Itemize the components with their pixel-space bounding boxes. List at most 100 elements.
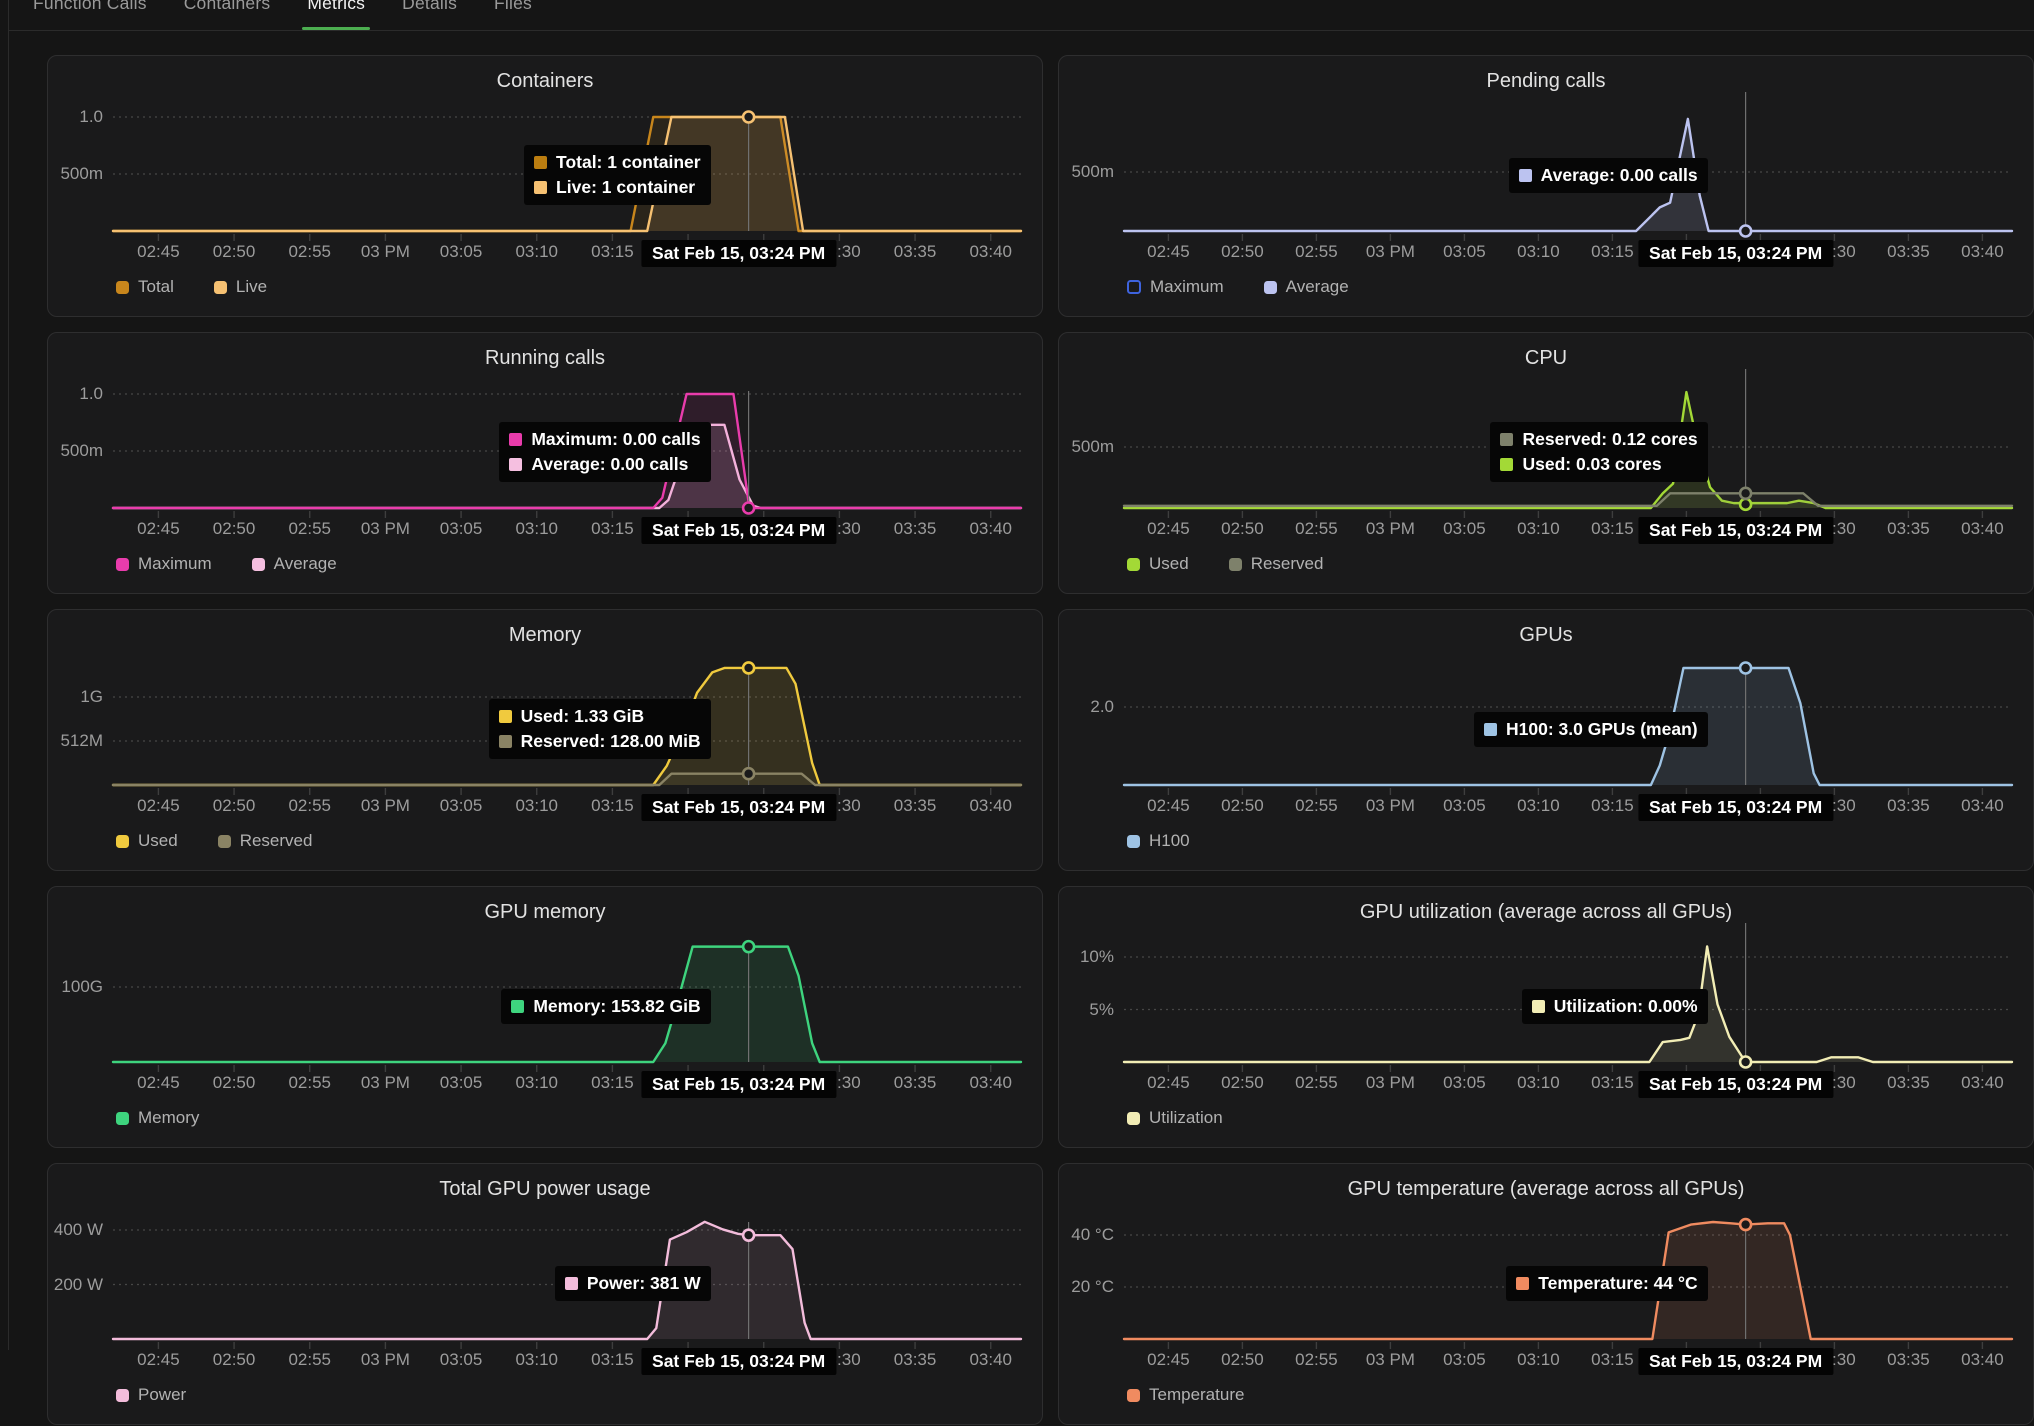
legend-item[interactable]: Utilization — [1127, 1108, 1223, 1128]
tooltip-row: Temperature: 44 °C — [1516, 1271, 1697, 1296]
legend-label: Used — [1149, 554, 1189, 574]
chart-card: GPU utilization (average across all GPUs… — [1058, 886, 2034, 1148]
legend-swatch — [252, 558, 265, 571]
legend-item[interactable]: Memory — [116, 1108, 199, 1128]
crosshair-date-label: Sat Feb 15, 03:24 PM — [1638, 517, 1833, 544]
tooltip-series-swatch — [509, 433, 522, 446]
tooltip-series-swatch — [1516, 1277, 1529, 1290]
y-axis-label: 512M — [48, 731, 103, 751]
tooltip-row: Total: 1 container — [534, 150, 701, 175]
legend-swatch — [1264, 281, 1277, 294]
legend-label: H100 — [1149, 831, 1190, 851]
x-axis-label: 03:40 — [946, 796, 1036, 816]
tab-function-calls[interactable]: Function Calls — [33, 0, 147, 30]
legend-item[interactable]: Live — [214, 277, 267, 297]
tooltip-row: Used: 1.33 GiB — [499, 704, 701, 729]
chart-legend: Temperature — [1127, 1385, 1244, 1405]
point-marker — [743, 112, 754, 123]
y-axis-label: 40 °C — [1059, 1225, 1114, 1245]
legend-item[interactable]: H100 — [1127, 831, 1190, 851]
legend-item[interactable]: Average — [252, 554, 337, 574]
tooltip-row: H100: 3.0 GPUs (mean) — [1484, 717, 1698, 742]
tooltip-row: Memory: 153.82 GiB — [511, 994, 700, 1019]
point-marker — [1740, 488, 1751, 499]
legend-swatch — [1127, 280, 1141, 294]
x-axis-label: 03:40 — [1937, 796, 2027, 816]
x-axis-label: 03:40 — [1937, 519, 2027, 539]
tooltip-series-swatch — [1532, 1000, 1545, 1013]
chart-legend: Power — [116, 1385, 186, 1405]
tab-metrics[interactable]: Metrics — [307, 0, 365, 30]
tooltip: Memory: 153.82 GiB — [501, 989, 710, 1024]
tooltip-series-swatch — [1484, 723, 1497, 736]
legend-item[interactable]: Maximum — [1127, 277, 1224, 297]
tab-files[interactable]: Files — [494, 0, 532, 30]
tooltip-text: Memory: 153.82 GiB — [533, 996, 700, 1017]
point-marker — [743, 768, 754, 779]
legend-item[interactable]: Average — [1264, 277, 1349, 297]
tab-containers[interactable]: Containers — [184, 0, 271, 30]
legend-item[interactable]: Temperature — [1127, 1385, 1244, 1405]
tooltip: Power: 381 W — [555, 1266, 711, 1301]
tooltip-text: Temperature: 44 °C — [1538, 1273, 1697, 1294]
x-axis-label: 03:40 — [1937, 1350, 2027, 1370]
chart-card: CPU500m02:4502:5002:5503 PM03:0503:1003:… — [1058, 332, 2034, 594]
legend-label: Maximum — [138, 554, 212, 574]
tab-label: Containers — [184, 0, 271, 14]
y-axis-label: 1.0 — [48, 107, 103, 127]
point-marker — [743, 941, 754, 952]
tooltip-text: Power: 381 W — [587, 1273, 701, 1294]
chart-legend: Memory — [116, 1108, 199, 1128]
chart-legend: Utilization — [1127, 1108, 1223, 1128]
tooltip-series-swatch — [1500, 433, 1513, 446]
tab-details[interactable]: Details — [402, 0, 457, 30]
legend-item[interactable]: Used — [1127, 554, 1189, 574]
active-tab-underline — [302, 27, 370, 30]
chart-card: Running calls1.0500m02:4502:5002:5503 PM… — [47, 332, 1043, 594]
y-axis-label: 5% — [1059, 1000, 1114, 1020]
chart-legend: Used Reserved — [1127, 554, 1323, 574]
y-axis-label: 200 W — [48, 1275, 103, 1295]
legend-item[interactable]: Reserved — [218, 831, 313, 851]
tooltip-row: Power: 381 W — [565, 1271, 701, 1296]
tooltip-series-swatch — [509, 458, 522, 471]
point-marker — [1740, 1057, 1751, 1068]
chart-card: Total GPU power usage400 W200 W02:4502:5… — [47, 1163, 1043, 1425]
tooltip-text: Reserved: 128.00 MiB — [521, 731, 701, 752]
y-axis-label: 400 W — [48, 1220, 103, 1240]
tooltip-text: Average: 0.00 calls — [531, 454, 688, 475]
chart-card: Pending calls500m02:4502:5002:5503 PM03:… — [1058, 55, 2034, 317]
legend-swatch — [116, 281, 129, 294]
crosshair-date-label: Sat Feb 15, 03:24 PM — [1638, 794, 1833, 821]
y-axis-label: 10% — [1059, 947, 1114, 967]
tooltip: Used: 1.33 GiBReserved: 128.00 MiB — [489, 699, 711, 759]
chart-plot[interactable] — [48, 1164, 1044, 1426]
tooltip-series-swatch — [499, 735, 512, 748]
series-line — [113, 774, 1021, 785]
legend-item[interactable]: Power — [116, 1385, 186, 1405]
legend-label: Average — [1286, 277, 1349, 297]
legend-item[interactable]: Total — [116, 277, 174, 297]
tooltip-text: Average: 0.00 calls — [1541, 165, 1698, 186]
tooltip-text: Total: 1 container — [556, 152, 701, 173]
point-marker — [743, 662, 754, 673]
crosshair-date-label: Sat Feb 15, 03:24 PM — [641, 1348, 836, 1375]
legend-label: Power — [138, 1385, 186, 1405]
series-area — [113, 774, 1021, 785]
tooltip-row: Utilization: 0.00% — [1532, 994, 1698, 1019]
x-axis-label: 03:40 — [946, 242, 1036, 262]
tab-bar: Function Calls Containers Metrics Detail… — [9, 0, 2034, 31]
point-marker — [743, 1230, 754, 1241]
tooltip-text: Maximum: 0.00 calls — [531, 429, 700, 450]
legend-label: Average — [274, 554, 337, 574]
legend-item[interactable]: Used — [116, 831, 178, 851]
legend-item[interactable]: Reserved — [1229, 554, 1324, 574]
legend-item[interactable]: Maximum — [116, 554, 212, 574]
legend-label: Total — [138, 277, 174, 297]
chart-card: GPU temperature (average across all GPUs… — [1058, 1163, 2034, 1425]
chart-legend: Used Reserved — [116, 831, 312, 851]
tooltip-text: H100: 3.0 GPUs (mean) — [1506, 719, 1698, 740]
legend-swatch — [116, 1112, 129, 1125]
y-axis-label: 500m — [48, 164, 103, 184]
x-axis-label: 03:40 — [946, 1350, 1036, 1370]
